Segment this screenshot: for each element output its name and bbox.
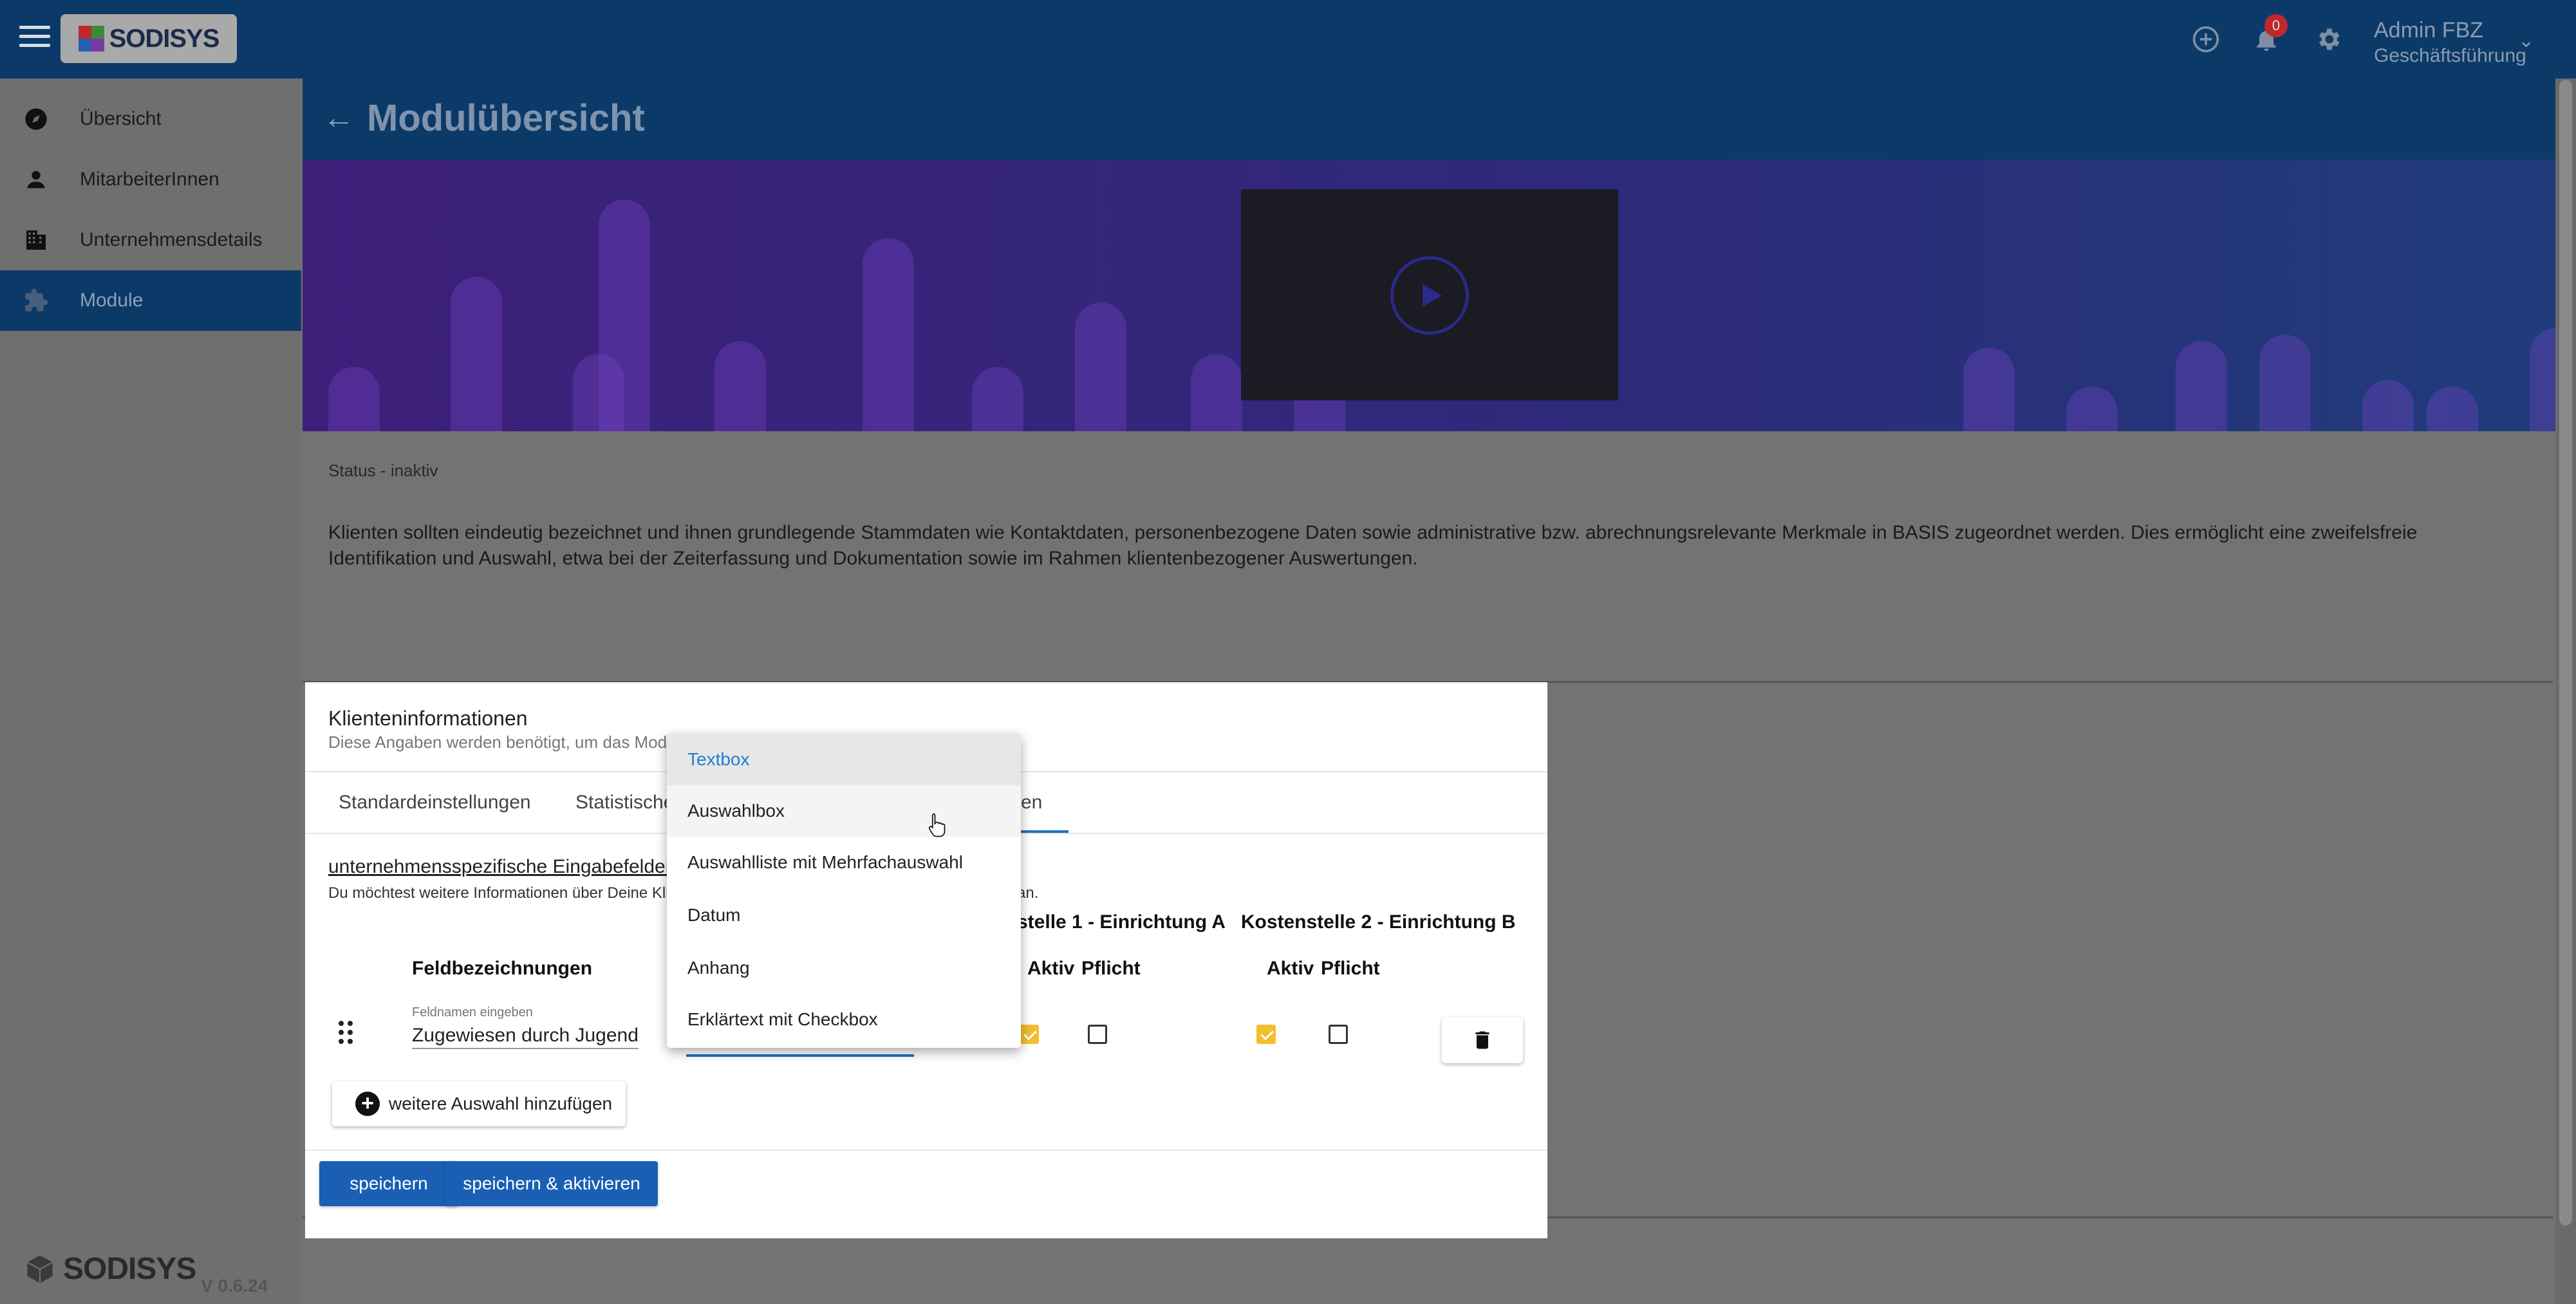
- drag-handle-icon[interactable]: [339, 1021, 354, 1044]
- sidebar-item-label: Übersicht: [80, 108, 162, 129]
- active-checkbox-2[interactable]: [1256, 1025, 1276, 1044]
- dropdown-option-mehrfachauswahl[interactable]: Auswahlliste mit Mehrfachauswahl: [667, 837, 1021, 888]
- divider: [305, 1150, 1547, 1151]
- hand-cursor-icon: [928, 813, 946, 837]
- user-role: Geschäftsführung: [2374, 45, 2526, 66]
- dropdown-option-auswahlbox[interactable]: Auswahlbox: [667, 785, 1021, 837]
- sidebar-item-label: Unternehmensdetails: [80, 229, 263, 250]
- logo[interactable]: SODISYS: [61, 14, 237, 63]
- dropdown-option-textbox[interactable]: Textbox: [667, 734, 1021, 785]
- chevron-down-icon[interactable]: ⌄: [2518, 30, 2534, 52]
- field-type-select[interactable]: [686, 1054, 914, 1057]
- save-activate-button[interactable]: speichern & aktivieren: [445, 1161, 658, 1206]
- trash-icon: [1475, 1031, 1489, 1049]
- delete-row-button[interactable]: [1442, 1017, 1523, 1063]
- building-icon: [22, 226, 50, 254]
- menu-icon[interactable]: [19, 26, 50, 51]
- back-arrow-icon[interactable]: ←: [323, 100, 354, 136]
- play-icon[interactable]: [1390, 256, 1469, 335]
- user-name[interactable]: Admin FBZ: [2374, 18, 2483, 43]
- tab-standardeinstellungen[interactable]: Standardeinstellungen: [339, 792, 531, 814]
- column-header-feldbezeichnungen: Feldbezeichnungen: [412, 958, 593, 979]
- save-button[interactable]: speichern: [319, 1161, 458, 1206]
- sidebar-item-unternehmensdetails[interactable]: Unternehmensdetails: [0, 210, 301, 270]
- column-header-aktiv-1: Aktiv: [1027, 958, 1075, 979]
- logo-cube-icon: [26, 1254, 53, 1283]
- logo-cube-icon: [78, 26, 104, 51]
- logo-text: SODISYS: [109, 24, 220, 53]
- person-icon: [22, 165, 50, 194]
- add-field-button[interactable]: + weitere Auswahl hinzufügen: [332, 1081, 626, 1126]
- dropdown-option-erklaertext[interactable]: Erklärtext mit Checkbox: [667, 994, 1021, 1045]
- dialog-title: Klienteninformationen: [328, 707, 528, 730]
- version-label: V 0.6.24: [201, 1276, 268, 1296]
- dialog-subtitle: Diese Angaben werden benötigt, um das Mo…: [328, 732, 677, 752]
- sidebar-item-label: Module: [80, 290, 144, 311]
- sidebar-item-module[interactable]: Module: [0, 270, 301, 331]
- notification-badge: 0: [2264, 14, 2288, 37]
- compass-icon: [22, 105, 50, 133]
- dropdown-option-anhang[interactable]: Anhang: [667, 942, 1021, 994]
- column-header-aktiv-2: Aktiv: [1267, 958, 1314, 979]
- gear-icon[interactable]: [2312, 23, 2344, 55]
- active-checkbox-1[interactable]: [1020, 1025, 1039, 1044]
- field-hint: Feldnamen eingeben: [412, 1005, 533, 1020]
- status-label: Status - inaktiv: [328, 461, 438, 480]
- sidebar-item-label: MitarbeiterInnen: [80, 169, 219, 190]
- column-header-pflicht-2: Pflicht: [1321, 958, 1380, 979]
- field-type-dropdown: Textbox Auswahlbox Auswahlliste mit Mehr…: [667, 734, 1021, 1048]
- scrollbar-thumb[interactable]: [2559, 80, 2572, 1225]
- required-checkbox-1[interactable]: [1088, 1025, 1107, 1044]
- required-checkbox-2[interactable]: [1329, 1025, 1348, 1044]
- cost-center-headers: stelle 1 - Einrichtung A Kostenstelle 2 …: [1017, 911, 1516, 933]
- footer-logo: SODISYS: [23, 1251, 196, 1287]
- tab-eingabefelder[interactable]: en: [1021, 792, 1042, 814]
- tab-statistische[interactable]: Statistische: [575, 792, 674, 814]
- column-header-pflicht-1: Pflicht: [1081, 958, 1141, 979]
- add-field-label: weitere Auswahl hinzufügen: [389, 1094, 613, 1113]
- dropdown-option-datum[interactable]: Datum: [667, 890, 1021, 941]
- field-name-input[interactable]: [412, 1023, 639, 1049]
- sidebar-item-uebersicht[interactable]: Übersicht: [0, 89, 301, 149]
- plus-circle-icon: +: [355, 1092, 380, 1116]
- section-note: Du möchtest weitere Informationen über D…: [328, 884, 687, 902]
- sidebar-item-mitarbeiterinnen[interactable]: MitarbeiterInnen: [0, 149, 301, 210]
- add-circle-icon[interactable]: [2190, 23, 2222, 55]
- footer-logo-text: SODISYS: [63, 1252, 196, 1286]
- module-description: Klienten sollten eindeutig bezeichnet un…: [328, 522, 2418, 569]
- section-title: unternehmensspezifische Eingabefelder: [328, 856, 672, 877]
- puzzle-icon: [22, 286, 50, 315]
- page-title: Modulübersicht: [367, 97, 645, 139]
